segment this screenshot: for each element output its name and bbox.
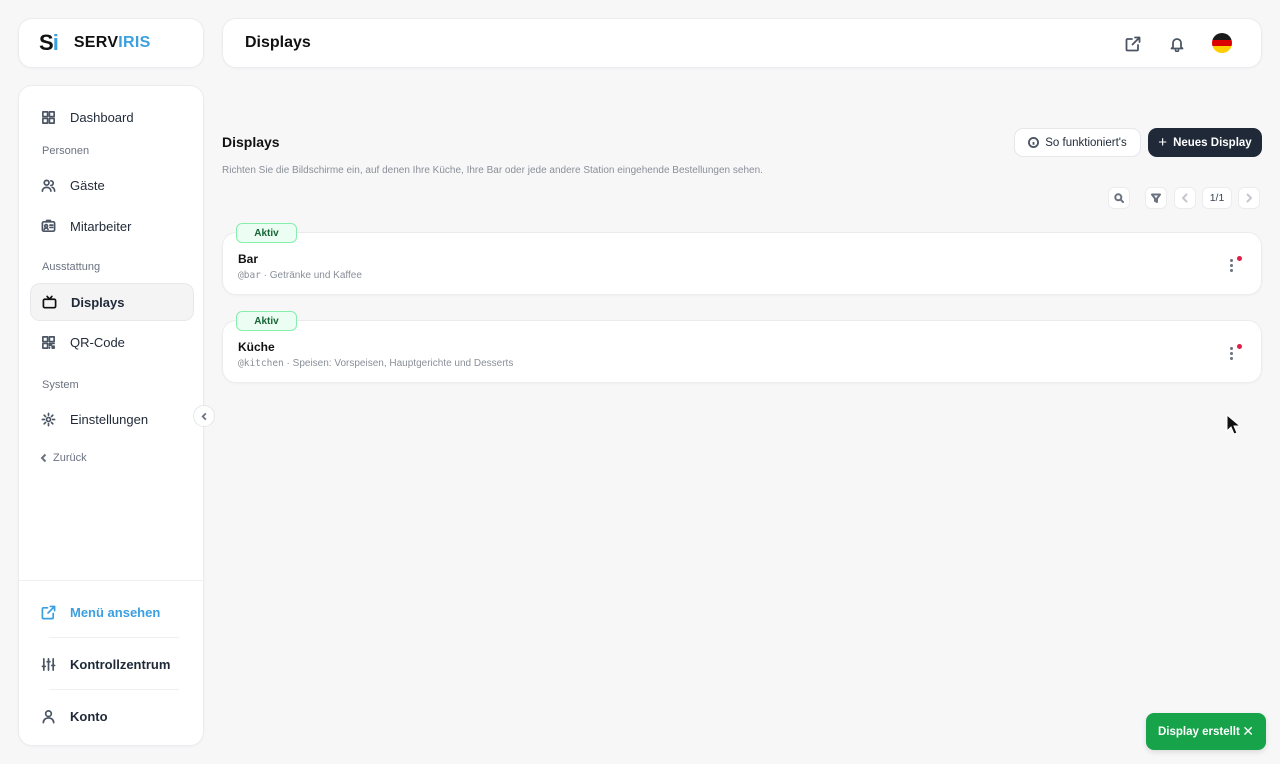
sidebar-item-control-center[interactable]: Kontrollzentrum bbox=[30, 645, 194, 683]
plus-icon: + bbox=[1158, 134, 1168, 151]
top-header: Displays bbox=[222, 18, 1262, 68]
back-link-label: Zurück bbox=[53, 452, 87, 464]
tv-icon bbox=[42, 295, 57, 308]
logo-text: SERVIRIS bbox=[73, 34, 151, 51]
section-label-people: Personen bbox=[42, 145, 90, 157]
chevron-right-icon bbox=[1246, 193, 1252, 203]
section-label-equipment: Ausstattung bbox=[42, 261, 101, 273]
display-handle: @kitchen bbox=[238, 358, 284, 369]
collapse-sidebar-button[interactable] bbox=[193, 405, 215, 427]
sidebar-item-label: Displays bbox=[71, 294, 125, 310]
open-external-button[interactable] bbox=[1123, 34, 1143, 54]
divider bbox=[49, 689, 179, 690]
sidebar-item-view-menu[interactable]: Menü ansehen bbox=[30, 593, 194, 631]
id-card-icon bbox=[41, 219, 56, 232]
search-icon bbox=[1114, 193, 1124, 203]
sidebar-item-staff[interactable]: Mitarbeiter bbox=[30, 207, 194, 245]
sidebar-item-dashboard[interactable]: Dashboard bbox=[30, 98, 194, 136]
sidebar-item-label: Mitarbeiter bbox=[70, 218, 132, 234]
sidebar: Dashboard Personen Gäste Mitarbeiter Aus… bbox=[18, 85, 205, 746]
display-name: Bar bbox=[238, 252, 259, 266]
display-card-kitchen[interactable]: Aktiv Küche @kitchen · Speisen: Vorspeis… bbox=[222, 311, 1262, 383]
mouse-cursor-icon bbox=[1226, 414, 1242, 435]
display-meta: @kitchen · Speisen: Vorspeisen, Hauptger… bbox=[238, 358, 514, 369]
sidebar-item-label: Menü ansehen bbox=[70, 604, 161, 620]
prev-page-button[interactable] bbox=[1174, 187, 1196, 209]
sidebar-item-label: Kontrollzentrum bbox=[70, 656, 171, 672]
bell-icon bbox=[1170, 38, 1184, 52]
chevron-left-icon bbox=[200, 412, 206, 420]
display-name: Küche bbox=[238, 340, 275, 354]
display-description: Getränke und Kaffee bbox=[269, 270, 362, 281]
toast-notification: Display erstellt ✕ bbox=[1146, 713, 1266, 750]
header-title: Displays bbox=[245, 34, 311, 51]
logo-mark: Si bbox=[39, 30, 59, 55]
sidebar-item-label: QR-Code bbox=[70, 334, 125, 350]
more-options-button[interactable] bbox=[1225, 255, 1242, 275]
sidebar-item-qr-code[interactable]: QR-Code bbox=[30, 323, 194, 361]
sidebar-item-guests[interactable]: Gäste bbox=[30, 166, 194, 204]
display-card-bar[interactable]: Aktiv Bar @bar · Getränke und Kaffee bbox=[222, 223, 1262, 295]
gear-icon bbox=[41, 412, 56, 426]
sidebar-item-account[interactable]: Konto bbox=[30, 697, 194, 735]
display-meta: @bar · Getränke und Kaffee bbox=[238, 270, 362, 281]
next-page-button[interactable] bbox=[1238, 187, 1260, 209]
section-label-system: System bbox=[42, 379, 79, 391]
sidebar-item-label: Einstellungen bbox=[70, 411, 149, 427]
sidebar-item-label: Gäste bbox=[70, 177, 105, 193]
divider bbox=[49, 637, 179, 638]
notifications-button[interactable] bbox=[1167, 34, 1187, 54]
sidebar-item-settings[interactable]: Einstellungen bbox=[30, 400, 194, 438]
info-icon bbox=[1028, 137, 1040, 148]
close-icon[interactable]: ✕ bbox=[1242, 724, 1254, 738]
filter-button[interactable] bbox=[1145, 187, 1167, 209]
how-it-works-button[interactable]: So funktioniert's bbox=[1014, 128, 1141, 157]
display-description: Speisen: Vorspeisen, Hauptgerichte und D… bbox=[292, 358, 514, 369]
divider bbox=[19, 580, 205, 581]
new-display-button[interactable]: + Neues Display bbox=[1148, 128, 1262, 157]
sidebar-item-label: Dashboard bbox=[70, 109, 134, 125]
display-handle: @bar bbox=[238, 270, 261, 281]
page-description: Richten Sie die Bildschirme ein, auf den… bbox=[222, 165, 763, 176]
logo[interactable]: Si SERVIRIS bbox=[18, 18, 204, 68]
status-badge: Aktiv bbox=[236, 311, 297, 331]
notification-dot bbox=[1237, 344, 1242, 349]
language-flag-de[interactable] bbox=[1212, 33, 1232, 53]
new-display-label: Neues Display bbox=[1173, 136, 1252, 149]
chevron-left-icon bbox=[40, 453, 47, 463]
sidebar-item-label: Konto bbox=[70, 708, 108, 724]
sliders-icon bbox=[41, 657, 56, 671]
back-link[interactable]: Zurück bbox=[39, 452, 87, 464]
toast-message: Display erstellt bbox=[1158, 725, 1240, 738]
search-button[interactable] bbox=[1108, 187, 1130, 209]
external-link-icon bbox=[41, 605, 56, 619]
page-title: Displays bbox=[222, 134, 280, 150]
more-options-button[interactable] bbox=[1225, 343, 1242, 363]
external-link-icon bbox=[1125, 36, 1141, 52]
page-indicator: 1/1 bbox=[1202, 187, 1232, 209]
user-icon bbox=[42, 709, 55, 723]
how-it-works-label: So funktioniert's bbox=[1045, 136, 1127, 149]
qr-code-icon bbox=[42, 335, 55, 349]
chevron-left-icon bbox=[1182, 193, 1188, 203]
notification-dot bbox=[1237, 256, 1242, 261]
status-badge: Aktiv bbox=[236, 223, 297, 243]
users-icon bbox=[41, 179, 56, 192]
filter-icon bbox=[1151, 193, 1161, 203]
dashboard-icon bbox=[42, 110, 55, 124]
sidebar-item-displays[interactable]: Displays bbox=[30, 283, 194, 321]
